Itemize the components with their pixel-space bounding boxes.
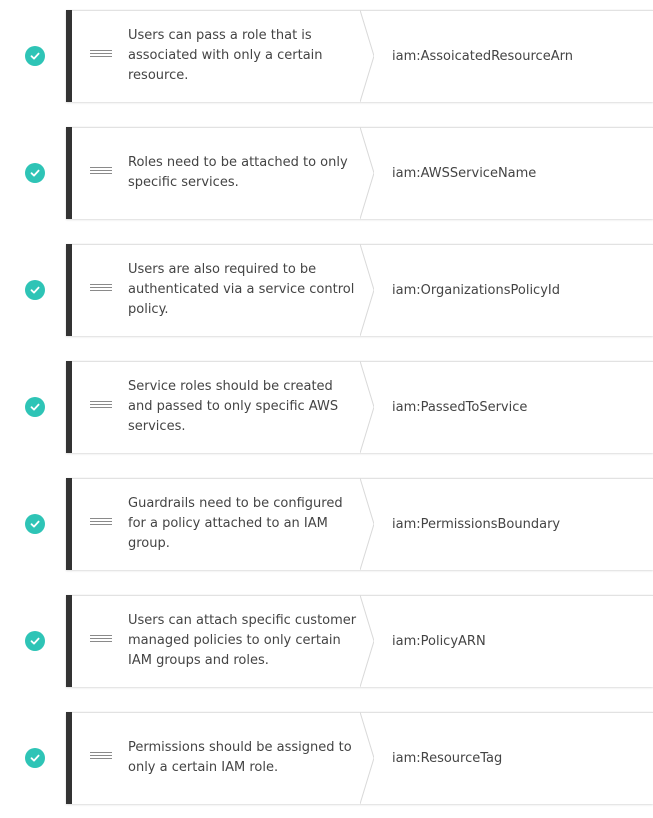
drag-handle-icon[interactable] (90, 401, 112, 411)
check-circle-icon (25, 46, 45, 66)
condition-key: iam:PolicyARN (392, 633, 486, 649)
match-row: Users can pass a role that is associated… (0, 10, 653, 102)
chevron-divider (360, 244, 374, 336)
match-description: Users can attach specific customer manag… (128, 613, 357, 668)
match-card[interactable]: Users can attach specific customer manag… (66, 595, 653, 687)
check-circle-icon (25, 397, 45, 417)
match-row: Service roles should be created and pass… (0, 361, 653, 453)
condition-key: iam:AWSServiceName (392, 165, 537, 181)
chevron-divider (360, 478, 374, 570)
drag-handle-icon[interactable] (90, 635, 112, 645)
match-card[interactable]: Roles need to be attached to only specif… (66, 127, 653, 219)
condition-key: iam:ResourceTag (392, 750, 503, 766)
match-description: Service roles should be created and pass… (128, 379, 339, 434)
condition-key: iam:PassedToService (392, 399, 528, 415)
drag-handle-icon[interactable] (90, 284, 112, 294)
match-description: Users can pass a role that is associated… (128, 28, 323, 83)
chevron-divider (360, 595, 374, 687)
chevron-divider (360, 10, 374, 102)
chevron-divider (360, 127, 374, 219)
match-card[interactable]: Permissions should be assigned to only a… (66, 712, 653, 804)
drag-handle-icon[interactable] (90, 50, 112, 60)
check-circle-icon (25, 631, 45, 651)
match-card[interactable]: Service roles should be created and pass… (66, 361, 653, 453)
check-circle-icon (25, 514, 45, 534)
match-description: Guardrails need to be configured for a p… (128, 496, 343, 551)
chevron-divider (360, 361, 374, 453)
match-row: Permissions should be assigned to only a… (0, 712, 653, 804)
match-description: Roles need to be attached to only specif… (128, 155, 348, 190)
match-description: Users are also required to be authentica… (128, 262, 355, 317)
condition-key: iam:AssoicatedResourceArn (392, 48, 573, 64)
match-card[interactable]: Users are also required to be authentica… (66, 244, 653, 336)
check-circle-icon (25, 748, 45, 768)
condition-key: iam:PermissionsBoundary (392, 516, 561, 532)
check-circle-icon (25, 163, 45, 183)
drag-handle-icon[interactable] (90, 752, 112, 762)
drag-handle-icon[interactable] (90, 518, 112, 528)
condition-key: iam:OrganizationsPolicyId (392, 282, 560, 298)
check-circle-icon (25, 280, 45, 300)
matching-question-list: Users can pass a role that is associated… (0, 0, 653, 818)
match-card[interactable]: Users can pass a role that is associated… (66, 10, 653, 102)
match-row: Users are also required to be authentica… (0, 244, 653, 336)
match-row: Guardrails need to be configured for a p… (0, 478, 653, 570)
match-card[interactable]: Guardrails need to be configured for a p… (66, 478, 653, 570)
drag-handle-icon[interactable] (90, 167, 112, 177)
match-description: Permissions should be assigned to only a… (128, 740, 352, 775)
match-row: Users can attach specific customer manag… (0, 595, 653, 687)
match-row: Roles need to be attached to only specif… (0, 127, 653, 219)
chevron-divider (360, 712, 374, 804)
